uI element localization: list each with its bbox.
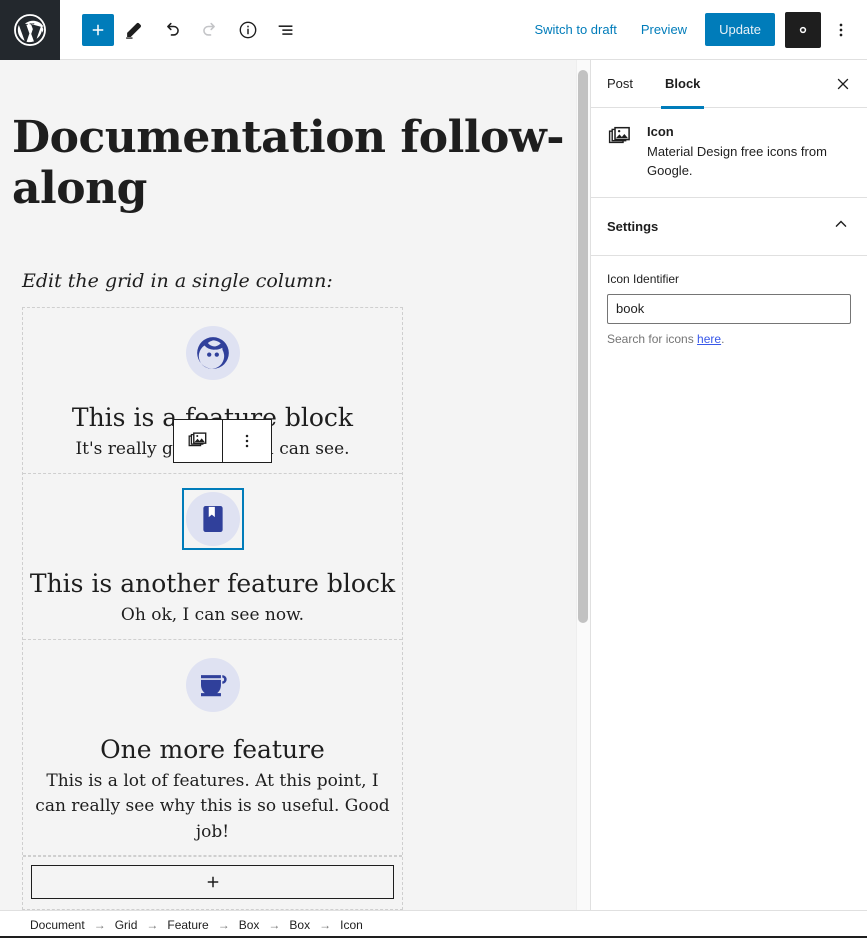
block-description: Material Design free icons from Google. [647,143,851,181]
feature-description[interactable]: Oh ok, I can see now. [23,603,402,629]
settings-panel-title: Settings [607,219,658,234]
post-content: Documentation follow-along Edit the grid… [0,60,590,910]
gallery-stack-icon-glyph [607,124,633,150]
book-icon-glyph [196,502,230,536]
plus-icon [204,873,222,891]
breadcrumb-separator: → [268,918,280,932]
breadcrumb-item-icon[interactable]: Icon [338,916,365,934]
tab-post[interactable]: Post [591,60,649,108]
redo-arrow-icon [199,19,221,41]
breadcrumb-item-box-1[interactable]: Box [237,916,262,934]
close-icon [834,75,852,93]
chevron-up-icon-glyph [831,214,851,234]
breadcrumb-separator: → [146,918,158,932]
details-button[interactable] [230,12,266,48]
icon-block-selected[interactable] [182,488,244,550]
add-block-appender-button[interactable] [31,865,394,899]
breadcrumb-item-document[interactable]: Document [28,916,87,934]
canvas-scrollbar-thumb[interactable] [578,70,588,623]
undo-button[interactable] [154,12,190,48]
coffee-cup-icon-glyph [195,667,231,703]
editor-top-bar: Switch to draft Preview Update [0,0,867,60]
editor-actions-group: Switch to draft Preview Update [524,12,867,48]
breadcrumb-item-feature[interactable]: Feature [165,916,210,934]
breadcrumb-separator: → [218,918,230,932]
block-options-button[interactable] [223,420,271,462]
book-icon [186,492,240,546]
redo-button[interactable] [192,12,228,48]
breadcrumb-item-grid[interactable]: Grid [113,916,140,934]
icon-block[interactable] [182,322,244,384]
grid-block[interactable]: This is a feature block It's really grea… [22,307,403,910]
settings-panel-header[interactable]: Settings [591,198,867,256]
list-view-icon [275,19,297,41]
add-block-button[interactable] [82,14,114,46]
editor-tools-group [60,12,304,48]
block-info-card: Icon Material Design free icons from Goo… [591,108,867,198]
tools-pencil-button[interactable] [116,12,152,48]
editor-canvas[interactable]: Documentation follow-along Edit the grid… [0,60,590,910]
wordpress-block-editor: Switch to draft Preview Update D [0,0,867,938]
close-sidebar-button[interactable] [827,68,859,100]
update-button[interactable]: Update [705,13,775,46]
gear-icon [793,20,813,40]
more-options-button[interactable] [825,12,857,48]
tab-block[interactable]: Block [649,60,716,108]
block-floating-toolbar[interactable] [173,419,272,463]
face-icon [186,326,240,380]
feature-title[interactable]: One more feature [23,734,402,765]
wordpress-logo-icon[interactable] [0,0,60,60]
breadcrumb-separator: → [319,918,331,932]
icon-identifier-label: Icon Identifier [607,272,851,286]
gallery-stack-icon [607,124,633,155]
undo-arrow-icon [161,19,183,41]
kebab-menu-icon [831,20,851,40]
breadcrumb: Document → Grid → Feature → Box → Box → … [0,910,867,938]
list-view-button[interactable] [268,12,304,48]
gallery-stack-icon [187,430,209,452]
chevron-up-icon [831,214,851,239]
pencil-icon [123,19,145,41]
block-type-button[interactable] [174,420,222,462]
breadcrumb-item-box-2[interactable]: Box [287,916,312,934]
block-appender-row [23,856,402,909]
sidebar-tabs: Post Block [591,60,867,108]
help-prefix-text: Search for icons [607,332,697,346]
block-name: Icon [647,124,851,139]
wordpress-logo-glyph [13,13,47,47]
icon-block[interactable] [182,654,244,716]
block-info-text: Icon Material Design free icons from Goo… [647,124,851,181]
feature-title[interactable]: This is another feature block [23,568,402,599]
info-circle-icon [237,19,259,41]
icon-search-help: Search for icons here. [607,332,851,346]
preview-button[interactable]: Preview [631,16,697,43]
plus-icon [89,21,107,39]
settings-toggle-button[interactable] [785,12,821,48]
feature-description[interactable]: This is a lot of features. At this point… [23,769,402,846]
breadcrumb-separator: → [94,918,106,932]
kebab-menu-icon [237,431,257,451]
feature-block[interactable]: One more feature This is a lot of featur… [23,640,402,857]
intro-paragraph[interactable]: Edit the grid in a single column: [10,270,580,292]
feature-block[interactable]: This is another feature block Oh ok, I c… [23,474,402,640]
icon-search-link[interactable]: here [697,332,721,346]
coffee-cup-icon [186,658,240,712]
switch-to-draft-button[interactable]: Switch to draft [524,16,626,43]
page-title[interactable]: Documentation follow-along [10,112,580,214]
settings-panel-body: Icon Identifier Search for icons here. [591,256,867,362]
icon-identifier-input[interactable] [607,294,851,324]
help-suffix-text: . [721,332,724,346]
face-icon-glyph [194,334,232,372]
settings-sidebar: Post Block Icon Material Desig [590,60,867,910]
